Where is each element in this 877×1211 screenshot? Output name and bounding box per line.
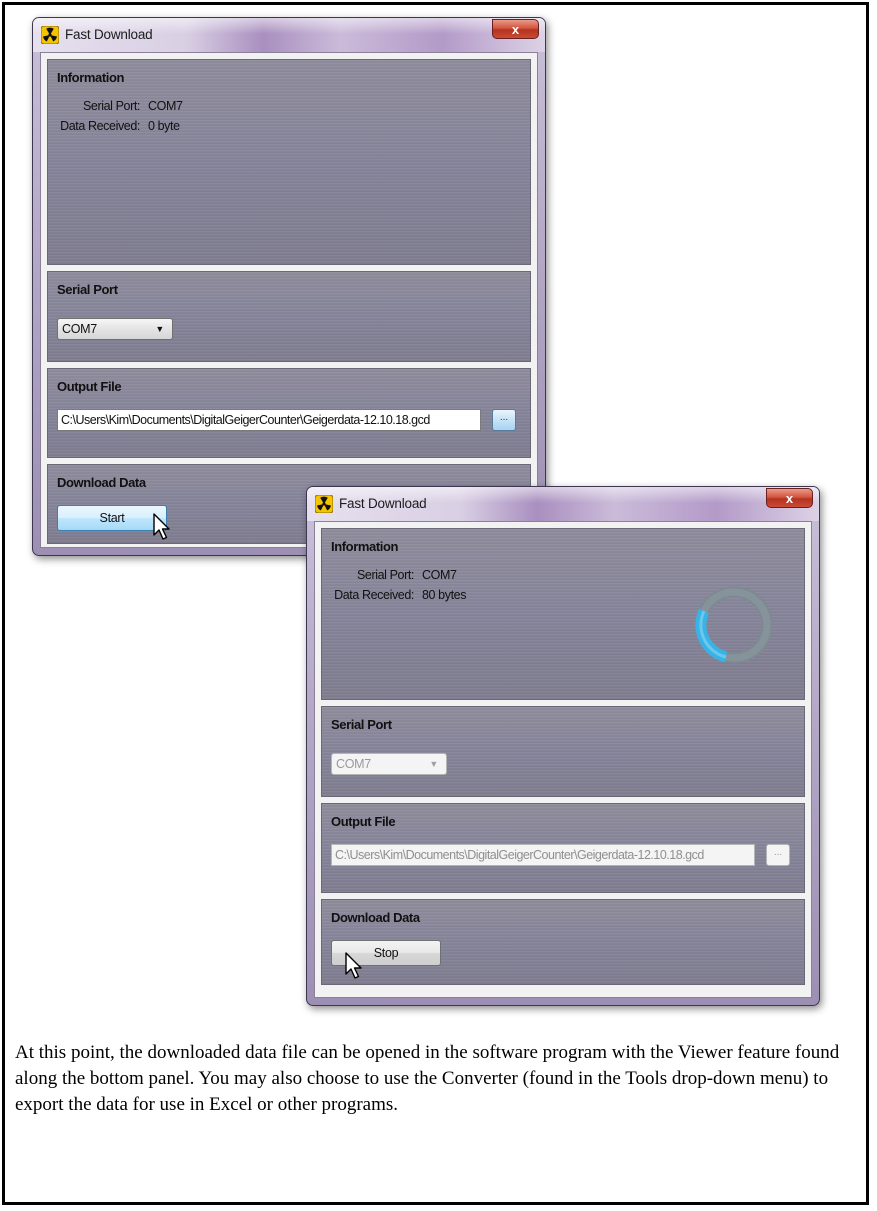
instruction-caption: At this point, the downloaded data file … (15, 1042, 840, 1115)
title-bar[interactable]: Fast Download x (33, 18, 545, 52)
mouse-pointer-icon (345, 952, 362, 979)
output-file-path-input[interactable]: C:\Users\Kim\Documents\DigitalGeigerCoun… (331, 844, 755, 866)
serial-port-value: COM7 (422, 568, 457, 582)
serial-port-label: Serial Port: (356, 568, 414, 582)
mouse-pointer-icon (153, 513, 170, 540)
serial-port-panel: Serial Port COM7 ▼ (321, 706, 805, 797)
download-data-title: Download Data (57, 475, 146, 490)
data-received-label: Data Received: (60, 119, 140, 133)
fast-download-window-downloading: Fast Download x Information Serial Port:… (306, 486, 820, 1006)
chevron-down-icon: ▼ (429, 759, 438, 769)
radiation-icon (41, 26, 59, 44)
serial-port-title: Serial Port (57, 282, 118, 297)
start-button[interactable]: Start (57, 505, 167, 531)
serial-port-select[interactable]: COM7 ▼ (57, 318, 173, 340)
serial-port-label: Serial Port: (82, 99, 140, 113)
browse-button[interactable]: ... (492, 409, 516, 431)
fast-download-window-idle: Fast Download x Information Serial Port:… (32, 17, 546, 556)
data-received-label: Data Received: (334, 588, 414, 602)
serial-port-selected: COM7 (62, 322, 97, 336)
information-title: Information (57, 70, 125, 85)
data-received-value: 0 byte (148, 119, 180, 133)
download-data-panel: Download Data Stop (321, 899, 805, 985)
window-title: Fast Download (339, 496, 427, 511)
window-title: Fast Download (65, 27, 153, 42)
serial-port-info-row: Serial Port: COM7 (322, 568, 622, 584)
close-button[interactable]: x (766, 488, 813, 508)
information-title: Information (331, 539, 399, 554)
radiation-icon (315, 495, 333, 513)
serial-port-select[interactable]: COM7 ▼ (331, 753, 447, 775)
serial-port-panel: Serial Port COM7 ▼ (47, 271, 531, 362)
download-data-title: Download Data (331, 910, 420, 925)
serial-port-selected: COM7 (336, 757, 371, 771)
progress-spinner-icon (695, 586, 773, 664)
serial-port-value: COM7 (148, 99, 183, 113)
chevron-down-icon: ▼ (155, 324, 164, 334)
data-received-value: 80 bytes (422, 588, 467, 602)
serial-port-title: Serial Port (331, 717, 392, 732)
output-file-title: Output File (57, 379, 122, 394)
output-file-title: Output File (331, 814, 396, 829)
output-file-panel: Output File C:\Users\Kim\Documents\Digit… (321, 803, 805, 893)
information-panel: Information Serial Port: COM7 Data Recei… (47, 59, 531, 265)
close-icon: x (511, 22, 520, 37)
serial-port-info-row: Serial Port: COM7 (48, 99, 348, 115)
data-received-info-row: Data Received: 80 bytes (322, 588, 622, 604)
output-file-path-input[interactable]: C:\Users\Kim\Documents\DigitalGeigerCoun… (57, 409, 481, 431)
window-client-area: Information Serial Port: COM7 Data Recei… (314, 521, 812, 998)
browse-button[interactable]: ... (766, 844, 790, 866)
close-icon: x (785, 491, 794, 506)
title-bar[interactable]: Fast Download x (307, 487, 819, 521)
window-client-area: Information Serial Port: COM7 Data Recei… (40, 52, 538, 548)
data-received-info-row: Data Received: 0 byte (48, 119, 348, 135)
close-button[interactable]: x (492, 19, 539, 39)
information-panel: Information Serial Port: COM7 Data Recei… (321, 528, 805, 700)
output-file-panel: Output File C:\Users\Kim\Documents\Digit… (47, 368, 531, 458)
